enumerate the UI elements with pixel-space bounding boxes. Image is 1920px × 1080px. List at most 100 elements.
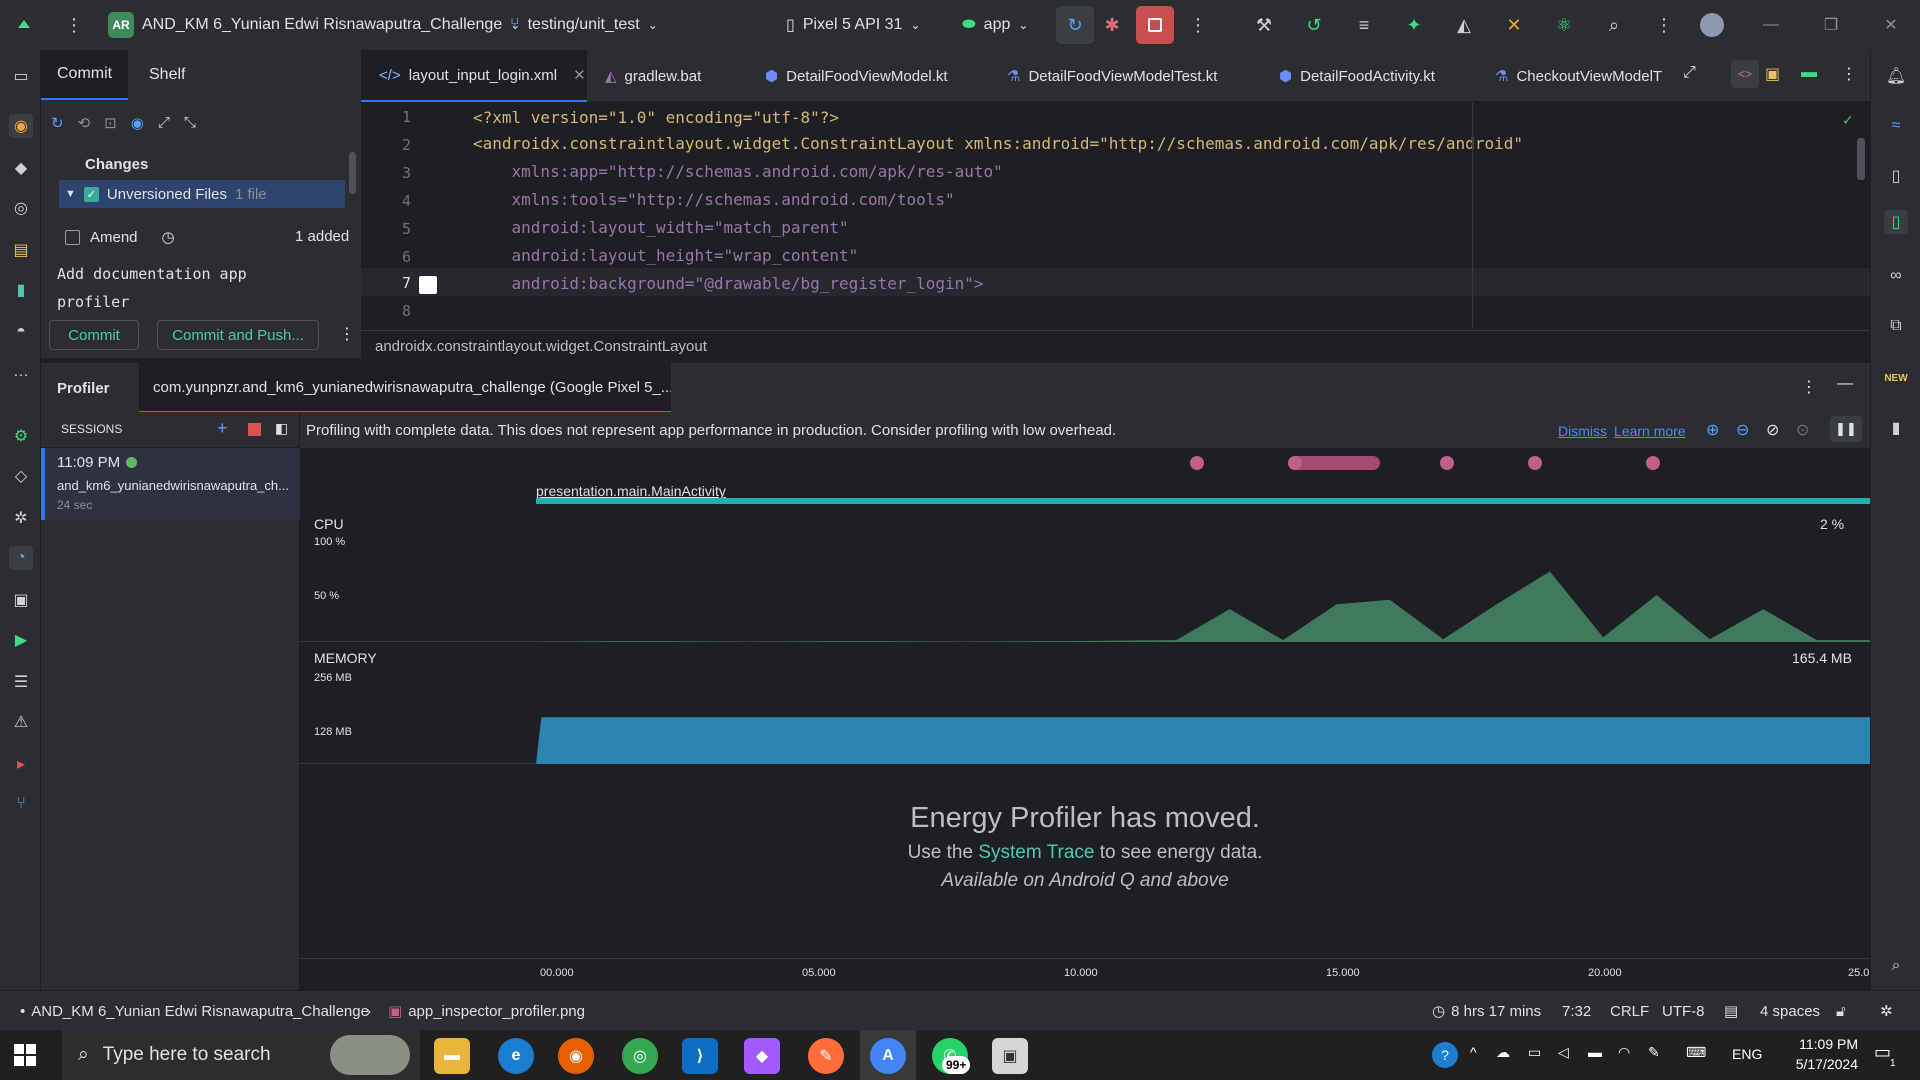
system-trace-link[interactable]: System Trace	[978, 842, 1094, 863]
show-hidden-icons-icon[interactable]: ^	[1470, 1044, 1477, 1060]
postman-icon[interactable]: ✎	[808, 1038, 844, 1074]
version-control-icon[interactable]: ⑂	[9, 792, 33, 816]
status-line-separator[interactable]: CRLF	[1610, 991, 1649, 1031]
collapse-all-icon[interactable]: ⤡	[184, 114, 196, 132]
zoom-in-icon[interactable]: ⊕	[1706, 420, 1719, 440]
new-feature-icon[interactable]: NEW	[1884, 366, 1908, 390]
pen-icon[interactable]: ✎	[1648, 1044, 1660, 1061]
settings-gear-icon[interactable]: ⚙	[9, 424, 33, 448]
android-studio-icon[interactable]	[12, 13, 36, 37]
display-icon[interactable]: ▭	[1528, 1044, 1541, 1061]
bug-icon[interactable]: ✲	[9, 506, 33, 530]
figma-icon[interactable]: ◆	[744, 1038, 780, 1074]
device-mirror-icon[interactable]: ▯	[1884, 164, 1908, 188]
checkbox-checked[interactable]: ✓	[83, 186, 99, 202]
add-session-icon[interactable]: +	[217, 418, 228, 439]
structure-icon[interactable]: ▤	[9, 238, 33, 262]
avatar[interactable]	[1700, 13, 1724, 37]
event-dot[interactable]	[1528, 456, 1542, 470]
stop-session-icon[interactable]	[248, 423, 261, 436]
status-time-tracked[interactable]: ◷ 8 hrs 17 mins	[1432, 991, 1541, 1031]
onedrive-icon[interactable]: ☁	[1496, 1044, 1510, 1061]
code-editor[interactable]: 1 2 3 4 5 6 7 8 <?xml version="1.0" enco…	[361, 102, 1870, 327]
amend-label[interactable]: Amend	[90, 229, 138, 246]
editor-scrollbar[interactable]	[1857, 138, 1865, 180]
amend-checkbox[interactable]	[65, 229, 80, 245]
shelve-icon[interactable]: ⊡	[104, 114, 117, 132]
keyboard-icon[interactable]: ⌨	[1686, 1044, 1706, 1061]
tab-checkout-viewmodel-test[interactable]: ⚗ CheckoutViewModelT	[1495, 50, 1675, 102]
android-icon[interactable]: ◓	[9, 320, 33, 344]
bookmarks-icon[interactable]: ▮	[9, 278, 33, 302]
vscode-icon[interactable]: ⟩	[682, 1038, 718, 1074]
readonly-lock-icon[interactable]: ▤	[1724, 991, 1738, 1031]
ai-assistant-icon[interactable]: ⚛	[1552, 13, 1576, 37]
tab-detail-food-viewmodel[interactable]: ⬢ DetailFoodViewModel.kt	[765, 50, 948, 102]
tab-detail-food-activity[interactable]: ⬢ DetailFoodActivity.kt	[1279, 50, 1435, 102]
build-hammer-icon[interactable]: ⚒	[1252, 13, 1276, 37]
preview-eye-icon[interactable]: ◉	[131, 114, 144, 132]
logcat-list-icon[interactable]: ☰	[9, 670, 33, 694]
device-explorer-icon[interactable]: ⧉	[1884, 314, 1908, 338]
tab-gradlew[interactable]: ◭ gradlew.bat	[605, 50, 701, 102]
logcat-icon[interactable]: ≡	[1352, 13, 1376, 37]
file-explorer-icon[interactable]: ▬	[434, 1038, 470, 1074]
gem-icon[interactable]: ◇	[9, 464, 33, 488]
wifi-icon[interactable]: ◠	[1618, 1044, 1630, 1061]
run-config-selector[interactable]: ⬬ app ⌄	[962, 0, 1028, 50]
windows-start-icon[interactable]	[14, 1044, 36, 1066]
zoom-out-icon[interactable]: ⊖	[1736, 420, 1749, 440]
refresh-icon[interactable]: ↻	[51, 114, 64, 132]
more-tools-icon[interactable]: …	[9, 360, 33, 384]
volume-icon[interactable]: ◁	[1558, 1044, 1569, 1061]
firefox-icon[interactable]: ◉	[558, 1038, 594, 1074]
status-file[interactable]: ▣ app_inspector_profiler.png	[388, 991, 585, 1031]
link-icon[interactable]: ∞	[1884, 264, 1908, 288]
split-view-icon[interactable]: ▣	[1765, 64, 1780, 84]
tools-icon[interactable]: ✕	[1502, 13, 1526, 37]
inspection-ok-icon[interactable]: ✓	[1843, 110, 1853, 129]
restore-icon[interactable]: ❐	[1806, 0, 1856, 50]
event-dot[interactable]	[1288, 456, 1302, 470]
commit-button[interactable]: Commit	[49, 320, 139, 350]
commit-options-icon[interactable]: ⋮	[339, 324, 355, 344]
status-indent[interactable]: 4 spaces	[1760, 991, 1820, 1031]
go-live-icon[interactable]: ⊙	[1796, 420, 1809, 440]
project-selector[interactable]: AR AND_KM 6_Yunian Edwi Risnawaputra_Cha…	[108, 0, 520, 50]
commit-and-push-button[interactable]: Commit and Push...	[157, 320, 319, 350]
close-icon[interactable]: ✕	[1866, 0, 1916, 50]
edge-icon[interactable]: e	[498, 1038, 534, 1074]
tab-profiler-session[interactable]: com.yunpnzr.and_km6_yunianedwirisnawaput…	[139, 363, 671, 413]
changes-scrollbar[interactable]	[349, 152, 356, 194]
settings-more-icon[interactable]: ⋮	[1652, 13, 1676, 37]
language-indicator[interactable]: ENG	[1732, 1046, 1762, 1062]
emulator-icon[interactable]: ▮	[1884, 416, 1908, 440]
tab-detail-food-viewmodel-test[interactable]: ⚗ DetailFoodViewModelTest.kt	[1007, 50, 1217, 102]
design-view-icon[interactable]: ▬	[1801, 64, 1817, 82]
device-selector[interactable]: ▯ Pixel 5 API 31 ⌄	[786, 0, 921, 50]
snipping-tool-icon[interactable]: ▣	[992, 1038, 1028, 1074]
profiler-options-icon[interactable]: ⋮	[1801, 377, 1817, 397]
github-icon[interactable]: ◎	[9, 196, 33, 220]
problems-icon[interactable]: ⚠	[9, 710, 33, 734]
event-dot[interactable]	[1440, 456, 1454, 470]
terminal-icon[interactable]: ▸	[9, 752, 33, 776]
dismiss-link[interactable]: Dismiss	[1558, 423, 1607, 439]
taskbar-active-app[interactable]: A	[860, 1030, 916, 1080]
rollback-icon[interactable]: ⟲	[78, 114, 91, 132]
taskbar-clock[interactable]: 11:09 PM 5/17/2024	[1770, 1034, 1858, 1074]
help-icon[interactable]: ?	[1432, 1042, 1458, 1068]
debug-icon[interactable]: ✱	[1100, 13, 1124, 37]
cpu-section[interactable]: CPU 2 % 100 % 50 %	[300, 508, 1870, 642]
event-dot[interactable]	[1646, 456, 1660, 470]
apply-changes-icon[interactable]: ↻	[1056, 6, 1094, 44]
activity-bar[interactable]	[536, 498, 1870, 504]
sessions-layout-icon[interactable]: ◧	[275, 420, 288, 437]
unversioned-files-row[interactable]: ▼ ✓ Unversioned Files 1 file	[59, 180, 345, 208]
tab-commit[interactable]: Commit	[41, 50, 129, 100]
run-icon[interactable]: ▶	[9, 628, 33, 652]
tab-options-icon[interactable]: ⋮	[1841, 64, 1857, 84]
history-clock-icon[interactable]: ◷	[162, 228, 175, 246]
maximize-editor-icon[interactable]: ⤢	[1683, 64, 1696, 82]
pause-icon[interactable]: ❚❚	[1830, 416, 1862, 442]
